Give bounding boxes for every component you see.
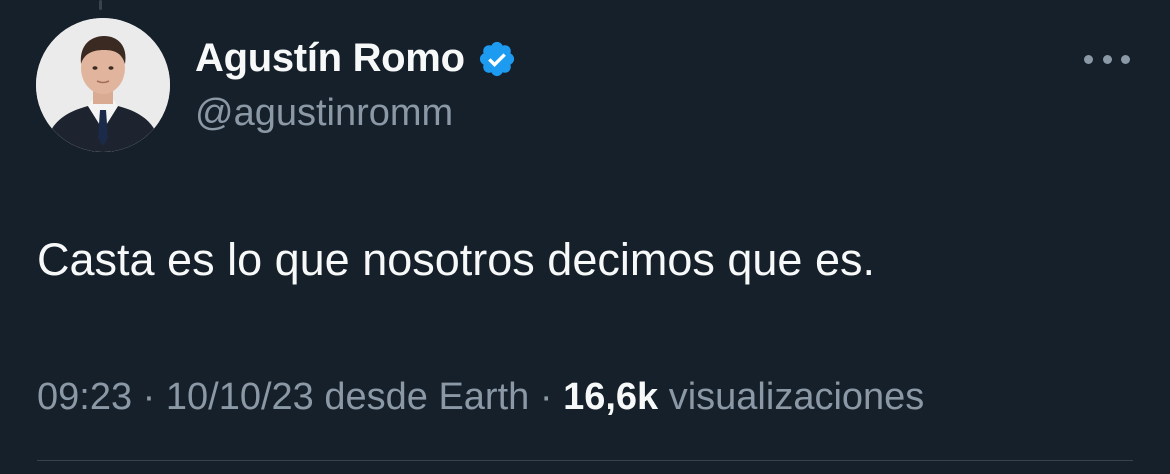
views-count[interactable]: 16,6k bbox=[563, 376, 658, 418]
author-name-row[interactable]: Agustín Romo bbox=[195, 36, 517, 81]
tweet-meta: 09:23 · 10/10/23 desde Earth · 16,6k vis… bbox=[37, 376, 924, 419]
tweet-time[interactable]: 09:23 bbox=[37, 376, 132, 418]
author-handle[interactable]: @agustinromm bbox=[195, 92, 453, 135]
tweet-text: Casta es lo que nosotros decimos que es. bbox=[37, 234, 875, 285]
more-dot bbox=[1121, 54, 1130, 64]
more-dot bbox=[1102, 54, 1112, 64]
meta-separator: · bbox=[539, 376, 553, 418]
more-options-icon[interactable] bbox=[1084, 44, 1130, 74]
tweet-date[interactable]: 10/10/23 bbox=[166, 376, 314, 418]
meta-separator: · bbox=[142, 376, 156, 418]
author-display-name[interactable]: Agustín Romo bbox=[195, 36, 465, 81]
more-dot bbox=[1084, 54, 1093, 64]
divider bbox=[37, 460, 1133, 461]
views-label[interactable]: visualizaciones bbox=[669, 376, 925, 418]
avatar-photo bbox=[36, 18, 170, 152]
thread-connector-line bbox=[99, 0, 102, 10]
tweet-source: desde Earth bbox=[324, 376, 530, 418]
avatar[interactable] bbox=[36, 18, 170, 152]
verified-badge-icon[interactable] bbox=[477, 39, 517, 79]
